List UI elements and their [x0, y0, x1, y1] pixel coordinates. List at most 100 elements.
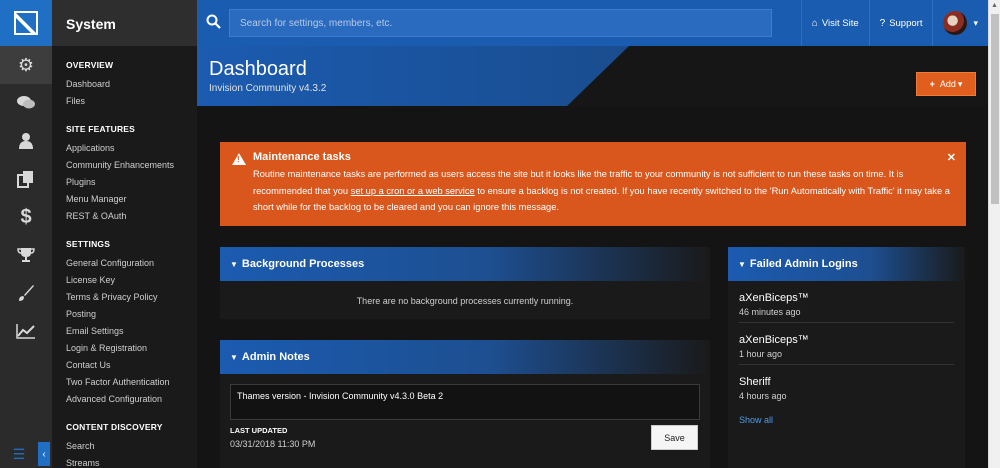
- sidebar-item-advanced-configuration[interactable]: Advanced Configuration: [66, 391, 197, 408]
- sidebar-item-dashboard[interactable]: Dashboard: [66, 76, 197, 93]
- alert-title: Maintenance tasks: [253, 151, 351, 163]
- page-header: Dashboard Invision Community v4.3.2 + Ad…: [197, 46, 988, 106]
- sidebar-item-streams[interactable]: Streams: [66, 455, 197, 468]
- chevron-down-icon: ▾: [973, 17, 978, 28]
- header-wedge-decoration: [197, 46, 629, 106]
- last-updated-label: LAST UPDATED: [230, 426, 288, 435]
- sidebar-item-posting[interactable]: Posting: [66, 306, 197, 323]
- rail-achievements[interactable]: [0, 236, 52, 274]
- rail-bottom: ☰ ‹: [0, 440, 52, 468]
- list-item[interactable]: aXenBiceps™ 46 minutes ago: [739, 281, 954, 323]
- close-icon[interactable]: ✕: [947, 151, 956, 164]
- login-time: 46 minutes ago: [739, 307, 801, 317]
- version-label: Invision Community v4.3.2: [209, 83, 327, 94]
- support-link[interactable]: ? Support: [868, 0, 933, 46]
- rail-community[interactable]: [0, 84, 52, 122]
- login-username: aXenBiceps™: [739, 292, 809, 304]
- sidebar-item-community-enhancements[interactable]: Community Enhancements: [66, 157, 197, 174]
- plus-icon: +: [929, 79, 935, 89]
- sidebar-item-rest-oauth[interactable]: REST & OAuth: [66, 208, 197, 225]
- sidebar-item-email-settings[interactable]: Email Settings: [66, 323, 197, 340]
- chat-icon: [17, 96, 35, 109]
- logo[interactable]: [0, 0, 52, 46]
- panel-title: Background Processes: [241, 258, 365, 270]
- copy-icon: [17, 171, 33, 188]
- sidebar-item-general-configuration[interactable]: General Configuration: [66, 255, 197, 272]
- rail-content[interactable]: [0, 160, 52, 198]
- dollar-icon: $: [20, 205, 32, 228]
- caret-down-icon: ▼: [738, 259, 746, 269]
- sidebar-section-overview: OVERVIEW Dashboard Files: [52, 46, 197, 110]
- brush-icon: [19, 285, 34, 301]
- sidebar-item-login-registration[interactable]: Login & Registration: [66, 340, 197, 357]
- visit-site-label: Visit Site: [821, 17, 859, 29]
- caret-down-icon: ▼: [230, 259, 238, 269]
- sidebar-section-site-features: SITE FEATURES Applications Community Enh…: [52, 110, 197, 225]
- panel-header[interactable]: ▼ Failed Admin Logins: [728, 247, 965, 281]
- maintenance-alert: ! Maintenance tasks Routine maintenance …: [220, 142, 966, 226]
- support-label: Support: [889, 17, 923, 29]
- cron-link[interactable]: set up a cron or a web service: [351, 186, 475, 196]
- list-item[interactable]: aXenBiceps™ 1 hour ago: [739, 323, 954, 365]
- rail-system[interactable]: ⚙: [0, 46, 52, 84]
- rail-customization[interactable]: [0, 274, 52, 312]
- login-username: Sheriff: [739, 376, 771, 388]
- dashboard-main: ! Maintenance tasks Routine maintenance …: [197, 106, 988, 468]
- sidebar-item-menu-manager[interactable]: Menu Manager: [66, 191, 197, 208]
- sidebar-item-contact-us[interactable]: Contact Us: [66, 357, 197, 374]
- add-label: Add: [939, 79, 956, 89]
- invision-logo-icon: [14, 11, 38, 35]
- sidebar-item-search[interactable]: Search: [66, 438, 197, 455]
- rail-stats[interactable]: [0, 312, 52, 350]
- chart-line-icon: [16, 324, 35, 339]
- menu-icon[interactable]: ☰: [0, 446, 38, 463]
- panel-title: Failed Admin Logins: [749, 258, 858, 270]
- avatar: [943, 11, 968, 35]
- last-updated-date: 03/31/2018 11:30 PM: [230, 439, 316, 449]
- search-icon: [197, 14, 229, 33]
- warning-icon: !: [232, 153, 246, 165]
- list-item[interactable]: Sheriff 4 hours ago: [739, 365, 954, 406]
- sidebar-item-terms-privacy[interactable]: Terms & Privacy Policy: [66, 289, 197, 306]
- sidebar-section-content-discovery: CONTENT DISCOVERY Search Streams: [52, 408, 197, 468]
- page-scrollbar[interactable]: ▲: [988, 0, 1000, 468]
- panel-header[interactable]: ▼ Background Processes: [220, 247, 710, 281]
- sidebar-heading: OVERVIEW: [66, 60, 114, 70]
- sidebar: System OVERVIEW Dashboard Files SITE FEA…: [52, 0, 197, 468]
- scroll-thumb[interactable]: [991, 14, 999, 204]
- rail-commerce[interactable]: $: [0, 198, 52, 236]
- sidebar-heading: CONTENT DISCOVERY: [66, 422, 163, 432]
- empty-message: There are no background processes curren…: [356, 296, 574, 306]
- rail-members[interactable]: [0, 122, 52, 160]
- collapse-sidebar-button[interactable]: ‹: [38, 442, 50, 466]
- sidebar-item-plugins[interactable]: Plugins: [66, 174, 197, 191]
- failed-logins-panel: ▼ Failed Admin Logins aXenBiceps™ 46 min…: [728, 247, 965, 468]
- panel-title: Admin Notes: [241, 351, 310, 363]
- search-input[interactable]: Search for settings, members, etc.: [229, 9, 772, 37]
- scroll-up-icon[interactable]: ▲: [989, 0, 1000, 12]
- user-icon: [19, 133, 33, 149]
- caret-down-icon: ▾: [957, 78, 963, 89]
- account-menu[interactable]: ▾: [932, 0, 988, 46]
- sidebar-item-applications[interactable]: Applications: [66, 140, 197, 157]
- sidebar-heading: SETTINGS: [66, 239, 111, 249]
- show-all-link[interactable]: Show all: [739, 415, 954, 425]
- add-button[interactable]: + Add ▾: [916, 72, 976, 96]
- visit-site-link[interactable]: ⌂ Visit Site: [800, 0, 869, 46]
- sidebar-item-license-key[interactable]: License Key: [66, 272, 197, 289]
- alert-message: Routine maintenance tasks are performed …: [253, 166, 954, 216]
- sidebar-item-files[interactable]: Files: [66, 93, 197, 110]
- gears-icon: ⚙: [17, 54, 35, 75]
- save-button[interactable]: Save: [651, 425, 698, 450]
- caret-down-icon: ▼: [230, 352, 238, 362]
- trophy-icon: [17, 248, 35, 262]
- login-username: aXenBiceps™: [739, 334, 809, 346]
- panel-header[interactable]: ▼ Admin Notes: [220, 340, 710, 374]
- sidebar-heading: SITE FEATURES: [66, 124, 136, 134]
- admin-notes-textarea[interactable]: Thames version - Invision Community v4.3…: [230, 384, 700, 420]
- top-bar: Search for settings, members, etc. ⌂ Vis…: [197, 0, 988, 46]
- home-icon: ⌂: [811, 17, 818, 29]
- login-time: 4 hours ago: [739, 391, 787, 401]
- sidebar-item-two-factor[interactable]: Two Factor Authentication: [66, 374, 197, 391]
- background-processes-panel: ▼ Background Processes There are no back…: [220, 247, 710, 319]
